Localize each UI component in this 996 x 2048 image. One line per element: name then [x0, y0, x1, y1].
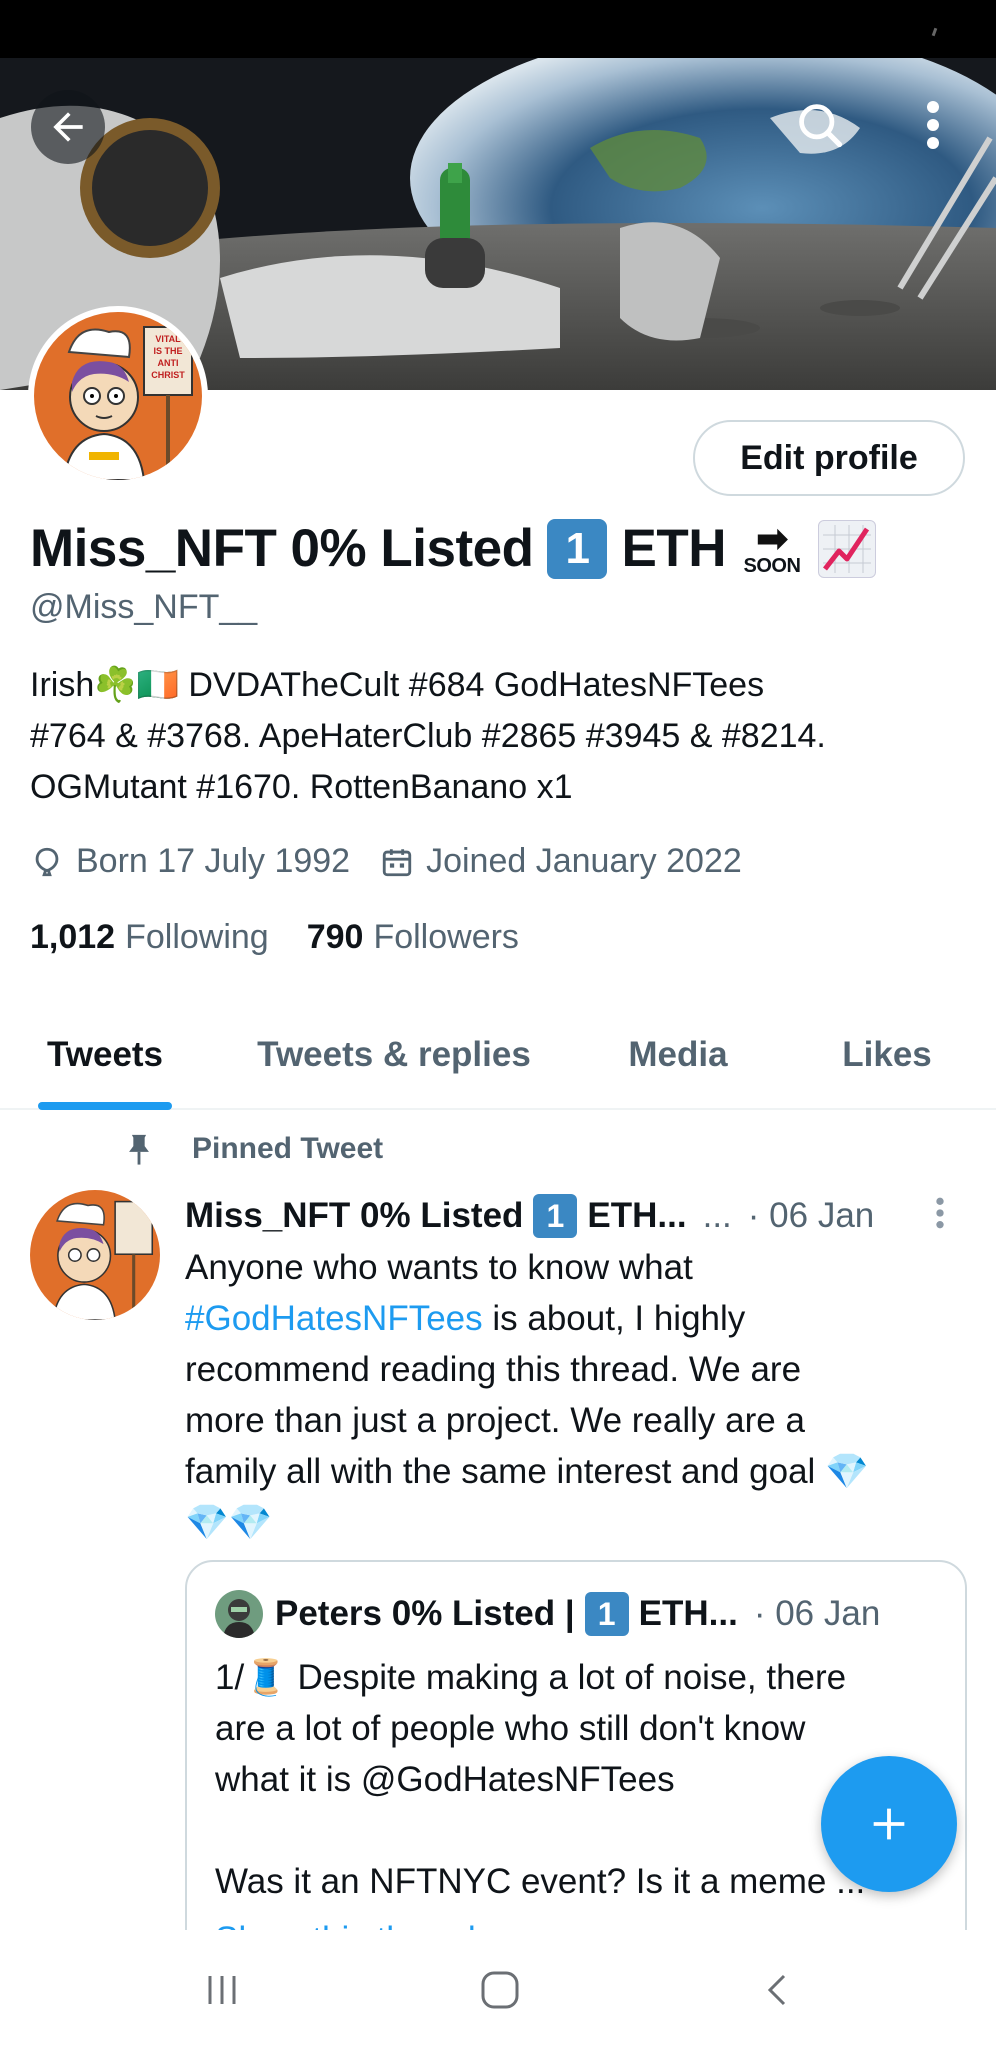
- quoted-tweet-date: · 06 Jan: [753, 1594, 881, 1633]
- recent-apps-icon: [208, 1976, 236, 2004]
- display-name: Miss_NFT 0% Listed 1 ETH ➡ SOON: [30, 518, 876, 579]
- svg-text:ANTI: ANTI: [158, 358, 179, 368]
- tab-label: Tweets: [46, 1035, 164, 1074]
- tab-label: Media: [628, 1035, 728, 1074]
- tweet-line-text: is about, I highly: [482, 1299, 746, 1338]
- profile-tabs: Tweets Tweets & replies Media Likes: [0, 1000, 996, 1110]
- home-icon: [481, 1971, 519, 2009]
- quoted-tweet-card[interactable]: Peters 0% Listed | 1 ETH... · 06 Jan 1/🧵…: [185, 1560, 967, 1960]
- status-bar: [0, 0, 996, 58]
- follow-counts: 1,012 Following 790 Followers: [30, 918, 519, 957]
- tweet-header: Miss_NFT 0% Listed 1 ETH... ... · 06 Jan: [185, 1190, 965, 1242]
- chevron-left-icon: [767, 1974, 786, 2006]
- balloon-icon: [35, 847, 59, 876]
- search-icon: [799, 104, 843, 148]
- tab-tweets-and-replies[interactable]: Tweets & replies: [210, 1000, 578, 1110]
- back-button[interactable]: [31, 90, 105, 164]
- quoted-author-suffix: ETH...: [638, 1594, 738, 1633]
- soon-label: SOON: [743, 554, 801, 577]
- keycap-one-emoji: 1: [584, 1592, 629, 1636]
- hashtag-link[interactable]: #GodHatesNFTees: [185, 1299, 483, 1338]
- recent-apps-button[interactable]: [192, 1960, 252, 2020]
- keycap-one-emoji: 1: [547, 518, 608, 579]
- tweet-more-button[interactable]: [935, 1196, 945, 1235]
- status-indicator: [931, 27, 938, 37]
- tab-media[interactable]: Media: [578, 1000, 778, 1110]
- svg-text:IS THE: IS THE: [153, 346, 182, 356]
- quoted-author-text: Peters 0% Listed |: [275, 1594, 575, 1633]
- followers-count: 790: [306, 918, 364, 956]
- following-label: Following: [125, 918, 269, 956]
- tab-label: Tweets & replies: [257, 1035, 531, 1074]
- tweet-line: recommend reading this thread. We are: [185, 1350, 802, 1389]
- tweet-line: #GodHatesNFTees is about, I highly: [185, 1293, 965, 1344]
- followers-label: Followers: [373, 918, 519, 956]
- tweet-author-name[interactable]: Miss_NFT 0% Listed 1 ETH...: [185, 1194, 687, 1238]
- quoted-author-avatar: [215, 1590, 263, 1638]
- tweet-line: 💎💎: [185, 1503, 273, 1542]
- joined-info: Joined January 2022: [380, 842, 742, 881]
- arrow-left-icon: [53, 112, 83, 142]
- author-name-suffix: ETH...: [587, 1196, 687, 1235]
- profile-avatar[interactable]: VITAL IS THE ANTI CHRIST: [28, 306, 208, 486]
- followers-link[interactable]: 790 Followers: [307, 918, 519, 957]
- tweet-date[interactable]: · 06 Jan: [748, 1196, 874, 1236]
- tweet-line: more than just a project. We really are …: [185, 1401, 805, 1440]
- plus-icon: [873, 1808, 905, 1840]
- more-vertical-icon: [927, 101, 939, 149]
- avatar-image: [30, 1190, 160, 1320]
- tweet-line: family all with the same interest and go…: [185, 1452, 869, 1491]
- tab-tweets[interactable]: Tweets: [0, 1000, 210, 1110]
- bio-line: OGMutant #1670. RottenBanano x1: [30, 768, 573, 806]
- svg-text:CHRIST: CHRIST: [151, 370, 185, 380]
- keycap-one-emoji: 1: [533, 1194, 578, 1238]
- more-vertical-icon: [936, 1197, 944, 1229]
- system-navigation-bar: [0, 1930, 996, 2048]
- chart-increasing-icon: [817, 519, 876, 578]
- quoted-author-name: Peters 0% Listed | 1 ETH...: [275, 1592, 738, 1636]
- svg-text:VITAL: VITAL: [155, 334, 181, 344]
- tweet-author-avatar[interactable]: [30, 1190, 160, 1320]
- pinned-text: Pinned Tweet: [192, 1132, 384, 1165]
- compose-tweet-button[interactable]: [821, 1756, 957, 1892]
- display-name-text: Miss_NFT 0% Listed: [30, 519, 534, 578]
- quoted-tweet-header: Peters 0% Listed | 1 ETH... · 06 Jan: [215, 1590, 880, 1638]
- born-text: Born 17 July 1992: [76, 842, 351, 880]
- bio-line: Irish☘️🇮🇪 DVDATheCult #684 GodHatesNFTee…: [30, 666, 765, 704]
- following-count: 1,012: [30, 918, 116, 956]
- tab-label: Likes: [842, 1035, 932, 1074]
- joined-text: Joined January 2022: [426, 842, 742, 880]
- pinned-tweet-label: Pinned Tweet: [124, 1132, 383, 1166]
- profile-meta: Born 17 July 1992 Joined January 2022: [30, 842, 772, 881]
- profile-handle: @Miss_NFT__: [30, 588, 258, 626]
- active-tab-indicator: [38, 1102, 172, 1110]
- edit-profile-button[interactable]: Edit profile: [693, 420, 965, 496]
- tab-likes[interactable]: Likes: [778, 1000, 996, 1110]
- pin-icon: [129, 1134, 149, 1165]
- home-button[interactable]: [470, 1960, 530, 2020]
- more-options-button[interactable]: [903, 95, 963, 155]
- system-back-button[interactable]: [748, 1960, 808, 2020]
- quote-line: are a lot of people who still don't know: [215, 1709, 806, 1748]
- quote-line: 1/🧵 Despite making a lot of noise, there: [215, 1658, 847, 1697]
- search-button[interactable]: [790, 95, 850, 155]
- soon-arrow-icon: ➡ SOON: [743, 516, 801, 577]
- avatar-image: VITAL IS THE ANTI CHRIST: [34, 312, 202, 480]
- calendar-icon: [382, 848, 412, 876]
- tweet-line: Anyone who wants to know what: [185, 1248, 693, 1287]
- tweet-handle-ellipsis: ...: [702, 1196, 732, 1235]
- following-link[interactable]: 1,012 Following: [30, 918, 269, 957]
- display-name-eth: ETH: [621, 519, 726, 578]
- author-name-text: Miss_NFT 0% Listed: [185, 1196, 524, 1235]
- bio-line: #764 & #3768. ApeHaterClub #2865 #3945 &…: [30, 717, 826, 755]
- profile-bio: Irish☘️🇮🇪 DVDATheCult #684 GodHatesNFTee…: [30, 660, 970, 813]
- tweet-text: Anyone who wants to know what #GodHatesN…: [185, 1242, 965, 1548]
- birthday-info: Born 17 July 1992: [30, 842, 350, 881]
